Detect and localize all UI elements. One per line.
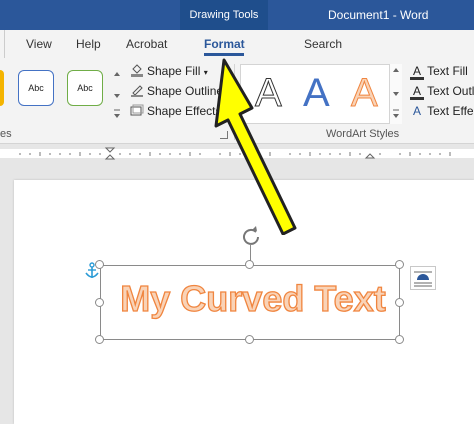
tab-help[interactable]: Help [76,30,101,58]
word-window: Drawing Tools Document1 - Word View Help… [0,0,474,424]
document-title: Document1 - Word [328,8,429,22]
wordart-styles-group-label: WordArt Styles [326,128,400,140]
wordart-gallery-scroll[interactable] [389,64,402,124]
gallery-scroll-arrows-icon [393,68,399,118]
shape-gallery-scroll[interactable] [112,70,122,122]
wordart-text[interactable]: My Curved Text [108,272,398,330]
text-outline-button[interactable]: A Text Outli [410,82,474,100]
shape-styles-group-label: es [0,128,12,140]
shape-fill-button[interactable]: Shape Fill ▾ [130,62,208,80]
text-outline-label: Text Outli [427,84,474,98]
layout-options-button[interactable] [410,266,436,290]
title-bar: Drawing Tools Document1 - Word [0,0,474,30]
yellow-arrow-icon [214,58,297,235]
tab-divider [0,30,5,58]
drawing-tools-context-tab[interactable]: Drawing Tools [180,0,268,30]
shape-style-thumb-green[interactable]: Abc [67,70,103,106]
shape-style-thumb-blue[interactable]: Abc [18,70,54,106]
text-effects-icon: A [412,104,421,118]
layout-options-icon [414,271,432,287]
resize-handle-top[interactable] [245,260,254,269]
text-outline-icon: A [410,85,424,100]
tab-view[interactable]: View [26,30,52,58]
resize-handle-bottom-left[interactable] [95,335,104,344]
text-fill-icon: A [410,65,424,80]
resize-handle-bottom-right[interactable] [395,335,404,344]
pencil-icon [131,85,143,97]
paint-bucket-icon [131,64,143,77]
resize-handle-left[interactable] [95,298,104,307]
shape-fill-label: Shape Fill [147,64,201,78]
wordart-style-orange[interactable]: A [351,69,379,117]
text-fill-button[interactable]: A Text Fill [410,62,468,80]
text-effects-button[interactable]: A Text Effec [410,102,474,120]
shape-effects-icon [130,104,144,116]
text-effects-label: Text Effec [427,104,474,118]
shape-style-thumb-partial[interactable] [0,70,4,106]
resize-handle-top-right[interactable] [395,260,404,269]
tab-acrobat[interactable]: Acrobat [126,30,167,58]
text-fill-label: Text Fill [427,64,468,78]
resize-handle-bottom[interactable] [245,335,254,344]
resize-handle-top-left[interactable] [95,260,104,269]
